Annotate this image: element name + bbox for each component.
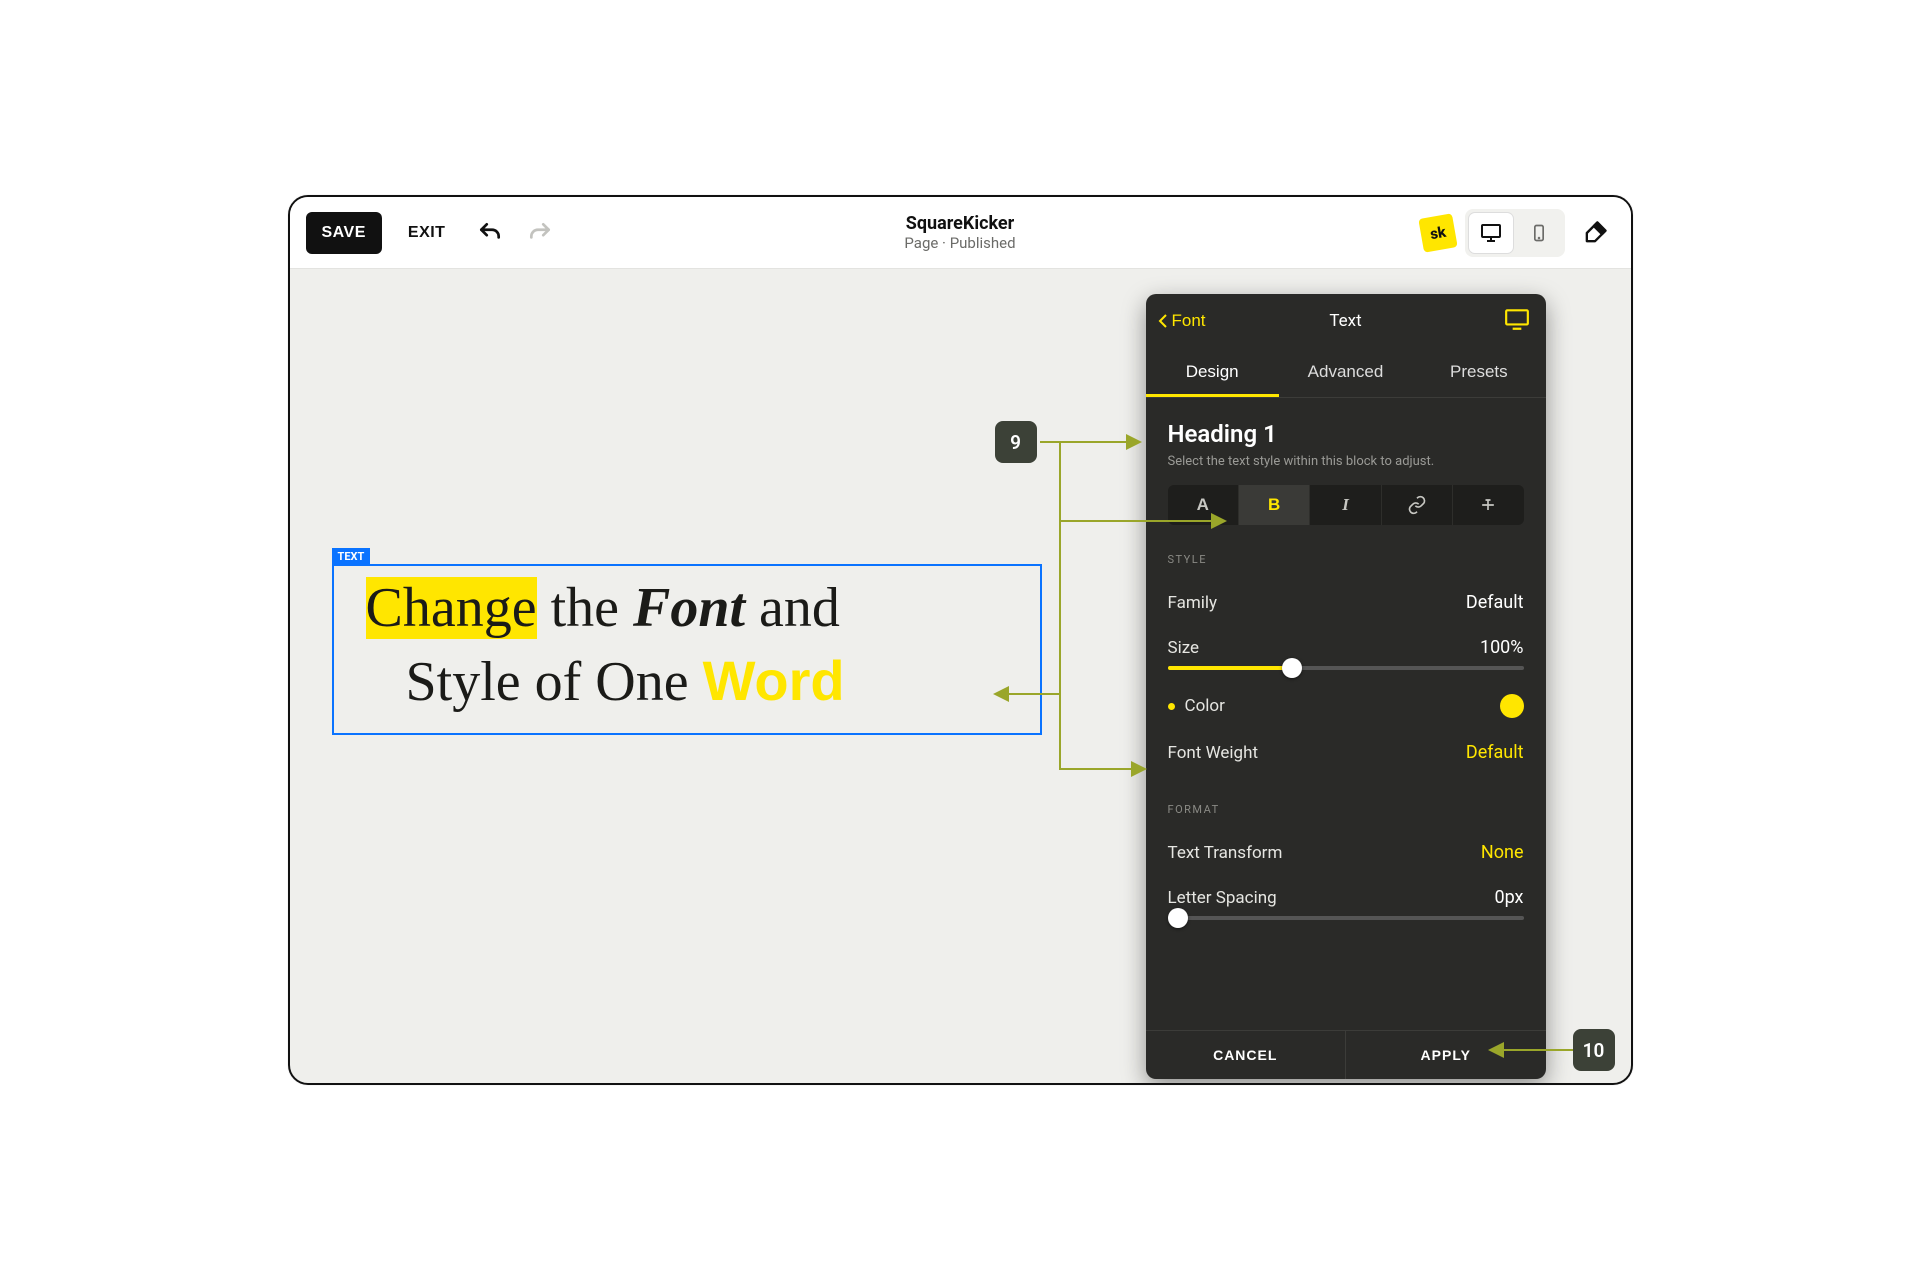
desktop-icon xyxy=(1504,308,1530,330)
spacing-label: Letter Spacing xyxy=(1168,888,1277,908)
panel-tabs: Design Advanced Presets xyxy=(1146,350,1546,398)
transform-value: None xyxy=(1481,842,1524,863)
family-label: Family xyxy=(1168,593,1218,613)
chevron-left-icon xyxy=(1158,313,1168,329)
style-section-label: STYLE xyxy=(1168,553,1524,566)
canvas: TEXT Change the Font and Style of One Wo… xyxy=(290,269,1631,1083)
word-and: and xyxy=(745,577,840,639)
styles-button[interactable] xyxy=(1575,213,1615,253)
tab-design[interactable]: Design xyxy=(1146,350,1279,397)
panel-back-label: Font xyxy=(1172,311,1206,331)
spacing-value: 0px xyxy=(1494,887,1523,908)
top-bar: SAVE EXIT SquareKicker Page · Published … xyxy=(290,197,1631,269)
weight-label: Font Weight xyxy=(1168,743,1259,763)
family-value: Default xyxy=(1466,592,1524,613)
desktop-icon xyxy=(1479,221,1503,245)
tab-presets[interactable]: Presets xyxy=(1412,350,1545,397)
exit-button[interactable]: EXIT xyxy=(394,216,460,250)
word-font: Font xyxy=(633,577,745,639)
size-label: Size xyxy=(1168,638,1200,658)
page-title-group: SquareKicker Page · Published xyxy=(904,213,1015,252)
strikethrough-icon xyxy=(1478,495,1498,515)
undo-button[interactable] xyxy=(471,214,509,252)
spacing-slider[interactable] xyxy=(1168,916,1524,920)
viewport-desktop-button[interactable] xyxy=(1469,213,1513,253)
spacing-row: Letter Spacing 0px xyxy=(1168,875,1524,912)
color-label: Color xyxy=(1185,696,1225,716)
size-slider-thumb[interactable] xyxy=(1282,658,1302,678)
selected-text-block[interactable]: TEXT Change the Font and Style of One Wo… xyxy=(332,564,1042,735)
color-row[interactable]: Color xyxy=(1168,682,1524,730)
tab-advanced[interactable]: Advanced xyxy=(1279,350,1412,397)
color-swatch[interactable] xyxy=(1500,694,1524,718)
app-title: SquareKicker xyxy=(904,213,1015,234)
text-variant-segments: A B I xyxy=(1168,485,1524,525)
viewport-switcher xyxy=(1465,209,1565,257)
size-row: Size 100% xyxy=(1168,625,1524,662)
mobile-icon xyxy=(1529,221,1549,245)
format-section-label: FORMAT xyxy=(1168,803,1524,816)
color-modified-dot xyxy=(1168,703,1175,710)
viewport-mobile-button[interactable] xyxy=(1517,213,1561,253)
heading-style-sub: Select the text style within this block … xyxy=(1168,454,1524,469)
save-button[interactable]: SAVE xyxy=(306,212,382,254)
size-value: 100% xyxy=(1480,637,1524,658)
line2-prefix: Style of One xyxy=(366,651,703,713)
word-change: Change xyxy=(366,577,537,639)
weight-value: Default xyxy=(1466,742,1524,763)
panel-viewport-button[interactable] xyxy=(1504,308,1530,334)
redo-button[interactable] xyxy=(521,214,559,252)
block-type-tag: TEXT xyxy=(332,548,371,565)
link-icon xyxy=(1407,495,1427,515)
panel-body: Heading 1 Select the text style within t… xyxy=(1146,398,1546,1030)
transform-label: Text Transform xyxy=(1168,843,1283,863)
paintbrush-icon xyxy=(1581,219,1609,247)
text-content[interactable]: Change the Font and Style of One Word xyxy=(334,566,1040,733)
app-window: SAVE EXIT SquareKicker Page · Published … xyxy=(288,195,1633,1085)
transform-row[interactable]: Text Transform None xyxy=(1168,830,1524,875)
size-slider-fill xyxy=(1168,666,1293,670)
apply-button[interactable]: APPLY xyxy=(1345,1031,1546,1079)
cancel-button[interactable]: CANCEL xyxy=(1146,1031,1346,1079)
segment-italic[interactable]: I xyxy=(1310,485,1381,525)
heading-style-title: Heading 1 xyxy=(1168,420,1524,448)
weight-row[interactable]: Font Weight Default xyxy=(1168,730,1524,775)
segment-link[interactable] xyxy=(1382,485,1453,525)
panel-footer: CANCEL APPLY xyxy=(1146,1030,1546,1079)
panel-back-button[interactable]: Font xyxy=(1158,311,1206,331)
callout-badge-10: 10 xyxy=(1573,1029,1615,1071)
app-subtitle: Page · Published xyxy=(904,234,1015,252)
segment-bold[interactable]: B xyxy=(1239,485,1310,525)
redo-icon xyxy=(527,220,553,246)
segment-normal[interactable]: A xyxy=(1168,485,1239,525)
segment-strike[interactable] xyxy=(1453,485,1523,525)
segment-normal-label: A xyxy=(1197,495,1209,515)
word-word: Word xyxy=(703,649,845,712)
text-style-panel: Font Text Design Advanced Presets Headin… xyxy=(1146,294,1546,1079)
spacing-slider-thumb[interactable] xyxy=(1168,908,1188,928)
undo-icon xyxy=(477,220,503,246)
callout-badge-9: 9 xyxy=(995,421,1037,463)
segment-bold-label: B xyxy=(1268,495,1280,515)
panel-header: Font Text xyxy=(1146,294,1546,340)
word-the: the xyxy=(537,577,633,639)
squarekicker-logo[interactable]: sk xyxy=(1418,213,1457,252)
size-slider[interactable] xyxy=(1168,666,1524,670)
family-row[interactable]: Family Default xyxy=(1168,580,1524,625)
panel-title: Text xyxy=(1329,311,1361,331)
segment-italic-label: I xyxy=(1342,495,1349,515)
